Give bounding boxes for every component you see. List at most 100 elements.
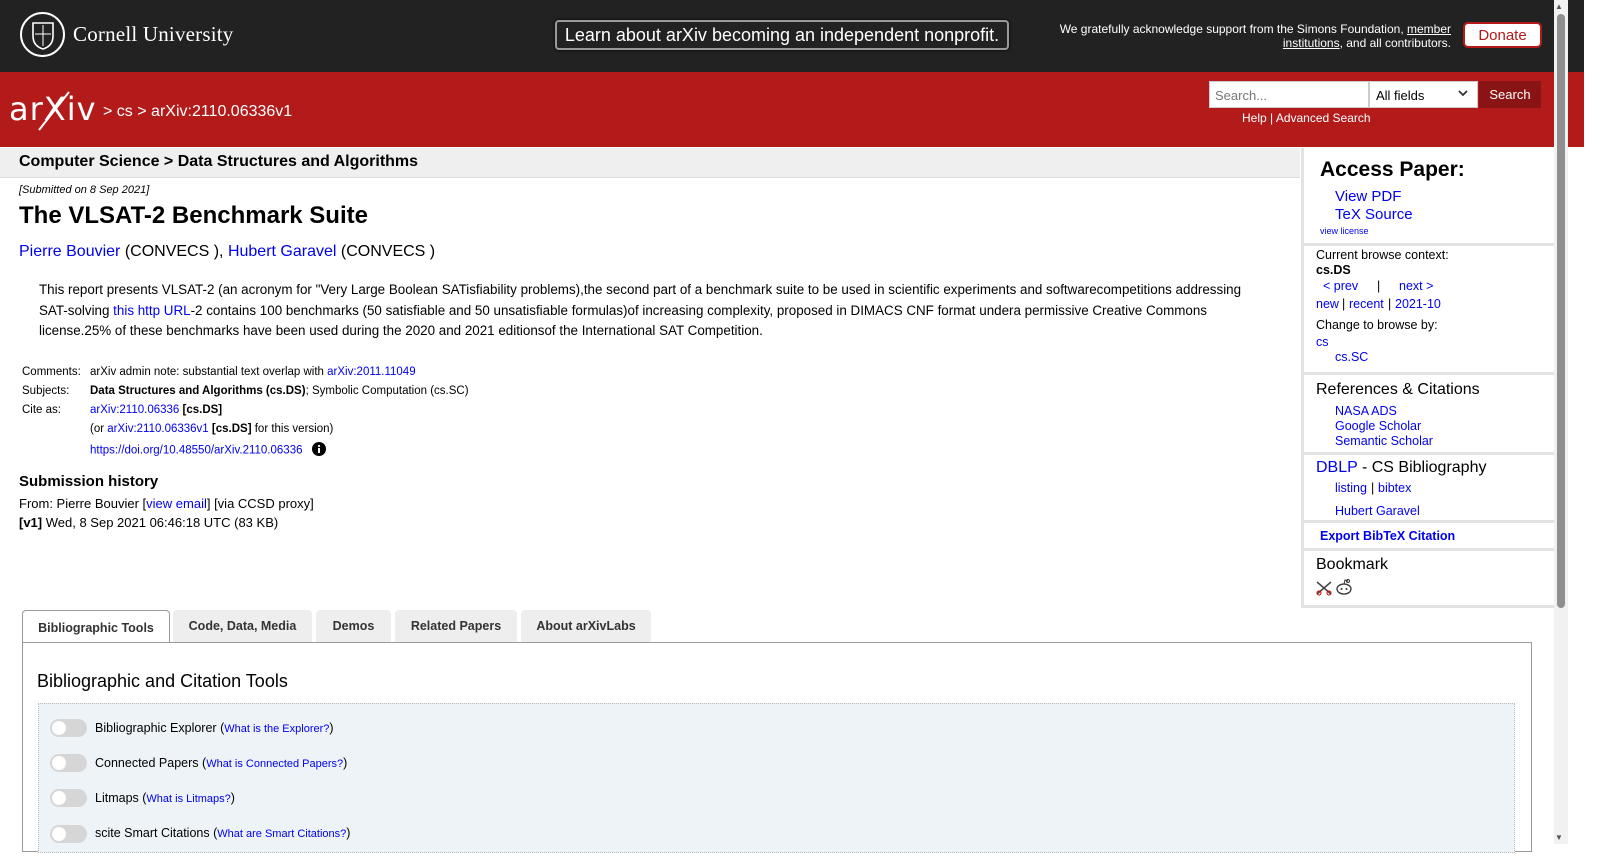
metadata-table: Comments: arXiv admin note: substantial … <box>19 364 472 461</box>
comments-value: arXiv admin note: substantial text overl… <box>87 364 472 383</box>
advanced-search-link[interactable]: Advanced Search <box>1276 111 1371 125</box>
access-paper-title: Access Paper: <box>1320 158 1465 181</box>
dblp-link[interactable]: DBLP <box>1316 459 1358 476</box>
scroll-up-icon[interactable]: ▲ <box>1555 2 1563 11</box>
secondary-subject: ; Symbolic Computation (cs.SC) <box>305 385 469 397</box>
nonprofit-banner-button[interactable]: Learn about arXiv becoming an independen… <box>555 20 1009 50</box>
tab-about-arxivlabs[interactable]: About arXivLabs <box>521 610 651 642</box>
browse-cssc-link[interactable]: cs.SC <box>1335 350 1368 364</box>
chevron-down-icon <box>1457 87 1469 102</box>
scroll-down-icon[interactable]: ▼ <box>1555 833 1563 842</box>
cite-version-link[interactable]: arXiv:2110.06336v1 <box>107 423 208 435</box>
nav-separator: | <box>1377 279 1381 293</box>
breadcrumb-cs-link[interactable]: cs <box>117 103 133 120</box>
references-title: References & Citations <box>1316 381 1480 398</box>
empty-cell <box>19 440 87 461</box>
toggle-knob <box>52 827 66 841</box>
donate-button[interactable]: Donate <box>1463 22 1542 48</box>
cite-label: Cite as: <box>22 404 61 416</box>
tab-demos[interactable]: Demos <box>316 610 391 642</box>
month-link[interactable]: 2021-10 <box>1395 297 1441 311</box>
tab-bibliographic-tools[interactable]: Bibliographic Tools <box>22 610 170 644</box>
toggle-knob <box>52 721 66 735</box>
primary-subject: Data Structures and Algorithms (cs.DS) <box>90 385 306 397</box>
abstract-url-link[interactable]: this http URL <box>113 303 190 318</box>
search-field-select[interactable]: All fields <box>1369 81 1478 108</box>
browse-cs-link[interactable]: cs <box>1316 335 1329 349</box>
scite-toggle[interactable] <box>50 825 87 843</box>
search-button[interactable]: Search <box>1479 81 1541 108</box>
help-link[interactable]: Help <box>1242 111 1267 125</box>
tab-related-papers[interactable]: Related Papers <box>395 610 517 642</box>
bibliographic-explorer-toggle[interactable] <box>50 719 87 737</box>
next-link[interactable]: next > <box>1399 279 1433 293</box>
sidebar-divider <box>1304 520 1554 523</box>
cornell-logo-link[interactable]: Cornell University <box>20 12 234 57</box>
tool-item: Connected Papers (What is Connected Pape… <box>95 756 348 770</box>
scrollbar-thumb[interactable] <box>1557 14 1565 608</box>
arxiv-logo[interactable]: arXiv <box>9 88 99 141</box>
paper-title: The VLSAT-2 Benchmark Suite <box>19 202 368 229</box>
comments-label: Comments: <box>22 366 81 378</box>
nav-separator: | <box>1342 297 1346 311</box>
cite-row: Cite as: arXiv:2110.06336 [cs.DS] <box>19 402 472 421</box>
nav-separator: | <box>1388 297 1392 311</box>
subjects-row: Subjects: Data Structures and Algorithms… <box>19 383 472 402</box>
breadcrumb-paper-id: arXiv:2110.06336v1 <box>151 103 293 120</box>
new-link[interactable]: new <box>1316 297 1339 311</box>
toggle-knob <box>52 756 66 770</box>
tex-source-link[interactable]: TeX Source <box>1335 206 1413 223</box>
tool-help-link[interactable]: What are Smart Citations? <box>217 828 346 840</box>
history-from-prefix: From: Pierre Bouvier [ <box>19 496 147 511</box>
breadcrumb: > cs > arXiv:2110.06336v1 <box>103 103 292 121</box>
empty-cell <box>19 421 87 440</box>
cite-value: arXiv:2110.06336 [cs.DS] <box>87 402 472 421</box>
bibsonomy-icon[interactable] <box>1315 580 1333 601</box>
submission-from: From: Pierre Bouvier [view email] [via C… <box>19 496 314 511</box>
search-help-links: Help | Advanced Search <box>1242 111 1371 125</box>
tab-code-data-media[interactable]: Code, Data, Media <box>173 610 312 642</box>
sidebar-divider <box>1304 243 1554 246</box>
subject-header: Computer Science > Data Structures and A… <box>19 153 419 170</box>
toggle-knob <box>52 791 66 805</box>
reddit-icon[interactable] <box>1335 578 1353 601</box>
tool-help-link[interactable]: What is the Explorer? <box>224 723 329 735</box>
cornell-seal-icon <box>20 12 65 57</box>
author-affiliation: (CONVECS ) <box>336 243 436 260</box>
tool-item: scite Smart Citations (What are Smart Ci… <box>95 826 351 840</box>
dblp-title: DBLP - CS Bibliography <box>1316 459 1486 477</box>
tool-help-link[interactable]: What is Connected Papers? <box>206 758 343 770</box>
acknowledgement-text: We gratefully acknowledge support from t… <box>1050 22 1451 50</box>
subjects-value: Data Structures and Algorithms (cs.DS); … <box>87 383 472 402</box>
export-bibtex-link[interactable]: Export BibTeX Citation <box>1320 529 1455 543</box>
litmaps-toggle[interactable] <box>50 789 87 807</box>
semantic-scholar-link[interactable]: Semantic Scholar <box>1335 434 1433 448</box>
connected-papers-toggle[interactable] <box>50 754 87 772</box>
tool-name: Bibliographic Explorer <box>95 721 217 735</box>
arxiv-logo-text: arXiv <box>9 90 97 128</box>
search-input[interactable]: Search... <box>1209 81 1369 108</box>
tool-help-link[interactable]: What is Litmaps? <box>146 793 230 805</box>
bookmark-title: Bookmark <box>1316 556 1389 573</box>
search-field-value: All fields <box>1376 88 1425 103</box>
submitted-date: [Submitted on 8 Sep 2021] <box>19 184 150 196</box>
tool-name: Litmaps <box>95 791 139 805</box>
cite-id-link[interactable]: arXiv:2110.06336 <box>90 404 179 416</box>
dblp-author-link[interactable]: Hubert Garavel <box>1335 504 1420 518</box>
recent-link[interactable]: recent <box>1349 297 1384 311</box>
author-separator: , <box>219 243 228 260</box>
related-paper-link[interactable]: arXiv:2011.11049 <box>327 366 415 378</box>
doi-link[interactable]: https://doi.org/10.48550/arXiv.2110.0633… <box>90 445 302 457</box>
prev-link[interactable]: < prev <box>1323 279 1358 293</box>
author-link[interactable]: Hubert Garavel <box>228 243 337 260</box>
dblp-listing-link[interactable]: listing <box>1335 481 1367 495</box>
view-pdf-link[interactable]: View PDF <box>1335 188 1401 205</box>
google-scholar-link[interactable]: Google Scholar <box>1335 419 1421 433</box>
cite-version-category: [cs.DS] <box>208 423 252 435</box>
view-license-link[interactable]: view license <box>1320 226 1369 236</box>
author-link[interactable]: Pierre Bouvier <box>19 243 120 260</box>
dblp-bibtex-link[interactable]: bibtex <box>1378 481 1411 495</box>
nasa-ads-link[interactable]: NASA ADS <box>1335 404 1397 418</box>
info-icon[interactable] <box>311 442 326 459</box>
view-email-link[interactable]: view email <box>146 496 207 511</box>
